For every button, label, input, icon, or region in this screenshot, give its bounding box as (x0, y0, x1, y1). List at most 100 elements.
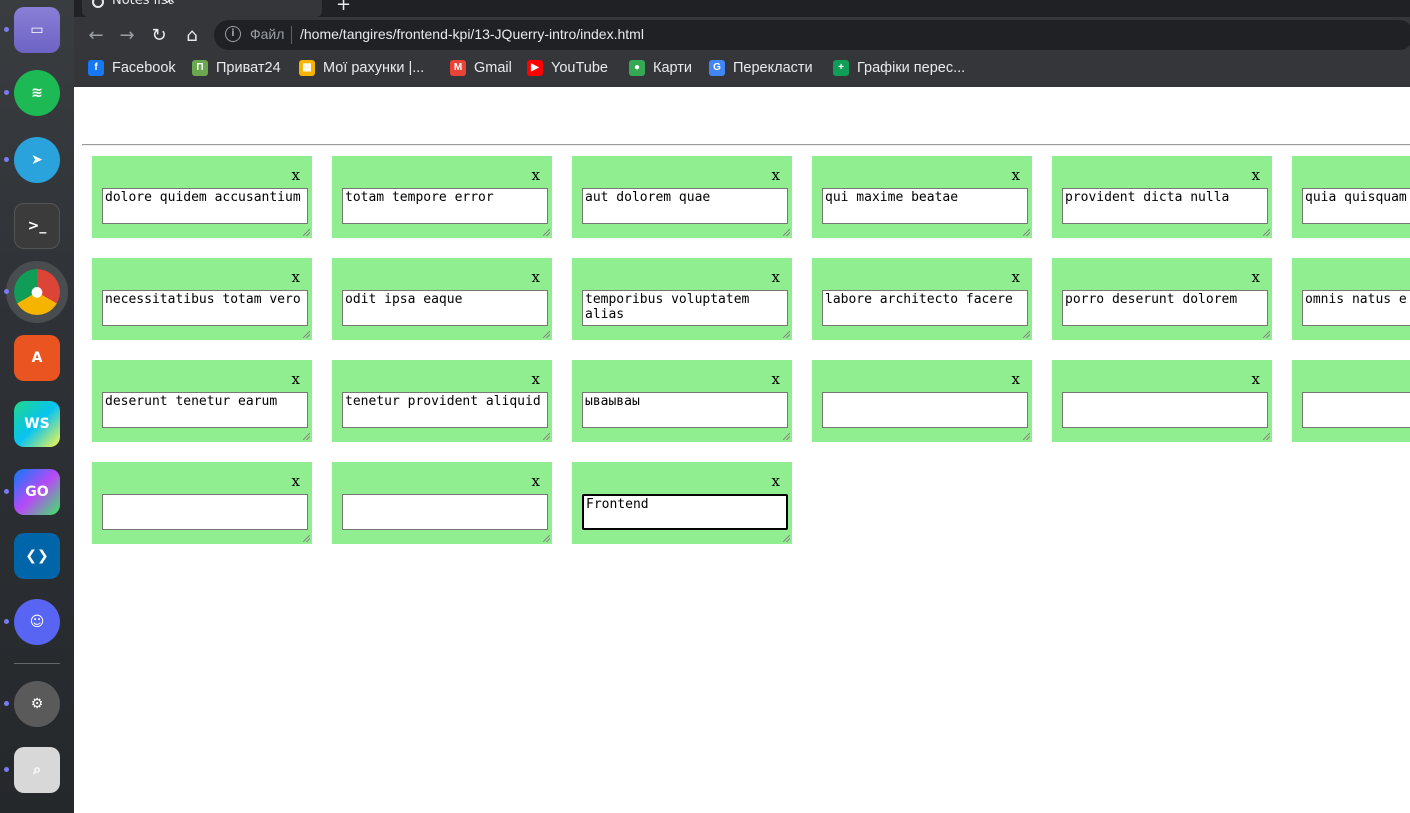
delete-note-button[interactable]: x (532, 168, 540, 183)
goland-icon[interactable]: GO (14, 469, 60, 515)
bookmark-accounts[interactable]: ▦ Мої рахунки |... (299, 58, 424, 78)
bookmark-facebook[interactable]: f Facebook (88, 58, 176, 78)
running-indicator (4, 90, 9, 95)
new-tab-button[interactable]: + (336, 0, 351, 15)
tab-notes-list[interactable]: Notes list ✕ (82, 0, 322, 17)
discord-icon[interactable]: ☺ (14, 599, 60, 645)
delete-note-button[interactable]: x (772, 270, 780, 285)
bookmark-translate[interactable]: G Перекласти (709, 58, 813, 78)
resize-handle-icon[interactable] (543, 535, 550, 542)
app-center-icon[interactable]: A (14, 335, 60, 381)
vscode-icon[interactable]: ❮❯ (14, 533, 60, 579)
facebook-icon: f (88, 60, 104, 76)
delete-note-button[interactable]: x (1252, 372, 1260, 387)
note-textarea[interactable]: omnis natus e (1302, 290, 1410, 326)
resize-handle-icon[interactable] (1023, 229, 1030, 236)
resize-handle-icon[interactable] (303, 229, 310, 236)
running-indicator (4, 289, 9, 294)
resize-handle-icon[interactable] (783, 229, 790, 236)
note-card: x deserunt tenetur earum (92, 360, 312, 442)
note-card: x tenetur provident aliquid (332, 360, 552, 442)
spotify-icon[interactable]: ≋ (14, 70, 60, 116)
delete-note-button[interactable]: x (532, 372, 540, 387)
note-textarea[interactable] (1062, 392, 1268, 428)
bookmark-sheets[interactable]: + Графіки перес... (833, 58, 965, 78)
resize-handle-icon[interactable] (783, 331, 790, 338)
note-textarea[interactable]: Frontend (582, 494, 788, 530)
delete-note-button[interactable]: x (292, 270, 300, 285)
files-icon[interactable]: ▭ (14, 7, 60, 53)
bookmark-gmail[interactable]: M Gmail (450, 58, 512, 78)
note-textarea[interactable] (1302, 392, 1410, 428)
delete-note-button[interactable]: x (772, 474, 780, 489)
resize-handle-icon[interactable] (1023, 433, 1030, 440)
info-icon[interactable]: i (225, 26, 241, 42)
note-textarea[interactable]: quia quisquam (1302, 188, 1410, 224)
bookmark-youtube[interactable]: ▶ YouTube (527, 58, 608, 78)
note-textarea[interactable] (102, 494, 308, 530)
bookmark-label: Перекласти (733, 60, 813, 76)
resize-handle-icon[interactable] (543, 433, 550, 440)
resize-handle-icon[interactable] (1263, 331, 1270, 338)
bookmark-privat24[interactable]: П Приват24 (192, 58, 281, 78)
resize-handle-icon[interactable] (303, 535, 310, 542)
resize-handle-icon[interactable] (1263, 229, 1270, 236)
bookmark-label: Gmail (474, 60, 512, 76)
note-textarea[interactable] (822, 392, 1028, 428)
note-textarea[interactable]: tenetur provident aliquid (342, 392, 548, 428)
delete-note-button[interactable]: x (1012, 270, 1020, 285)
delete-note-button[interactable]: x (532, 270, 540, 285)
search-icon[interactable]: ⌕ (14, 747, 60, 793)
note-textarea[interactable]: odit ipsa eaque (342, 290, 548, 326)
webstorm-icon[interactable]: WS (14, 401, 60, 447)
terminal-icon[interactable]: >_ (14, 203, 60, 249)
note-textarea[interactable]: deserunt tenetur earum (102, 392, 308, 428)
delete-note-button[interactable]: x (1252, 270, 1260, 285)
tab-close-icon[interactable]: ✕ (165, 0, 176, 8)
note-textarea[interactable]: ываываы (582, 392, 788, 428)
note-textarea[interactable]: aut dolorem quae (582, 188, 788, 224)
note-textarea[interactable]: provident dicta nulla (1062, 188, 1268, 224)
bookmark-label: Приват24 (216, 60, 281, 76)
delete-note-button[interactable]: x (292, 372, 300, 387)
delete-note-button[interactable]: x (532, 474, 540, 489)
home-icon[interactable]: ⌂ (180, 24, 204, 48)
note-textarea[interactable]: totam tempore error (342, 188, 548, 224)
forward-icon[interactable]: → (115, 24, 139, 48)
settings-icon[interactable]: ⚙ (14, 681, 60, 727)
telegram-icon[interactable]: ➤ (14, 137, 60, 183)
resize-handle-icon[interactable] (783, 433, 790, 440)
back-icon[interactable]: ← (84, 24, 108, 48)
resize-handle-icon[interactable] (543, 331, 550, 338)
resize-handle-icon[interactable] (783, 535, 790, 542)
reload-icon[interactable]: ↻ (147, 24, 171, 48)
url-text[interactable]: /home/tangires/frontend-kpi/13-JQuerry-i… (300, 26, 644, 42)
delete-note-button[interactable]: x (772, 372, 780, 387)
delete-note-button[interactable]: x (292, 168, 300, 183)
divider (82, 144, 1410, 146)
resize-handle-icon[interactable] (303, 331, 310, 338)
address-bar[interactable]: i Файл /home/tangires/frontend-kpi/13-JQ… (214, 20, 1410, 50)
note-textarea[interactable] (342, 494, 548, 530)
page-content: x dolore quidem accusantium x totam tempore… (74, 87, 1410, 813)
note-textarea[interactable]: necessitatibus totam vero (102, 290, 308, 326)
resize-handle-icon[interactable] (1263, 433, 1270, 440)
delete-note-button[interactable]: x (772, 168, 780, 183)
note-textarea[interactable]: dolore quidem accusantium (102, 188, 308, 224)
resize-handle-icon[interactable] (543, 229, 550, 236)
note-textarea[interactable]: qui maxime beatae (822, 188, 1028, 224)
chrome-icon[interactable]: ● (6, 261, 68, 323)
delete-note-button[interactable]: x (1012, 168, 1020, 183)
resize-handle-icon[interactable] (1023, 331, 1030, 338)
delete-note-button[interactable]: x (1252, 168, 1260, 183)
note-textarea[interactable]: temporibus voluptatem alias (582, 290, 788, 326)
delete-note-button[interactable]: x (1012, 372, 1020, 387)
note-textarea[interactable]: labore architecto facere (822, 290, 1028, 326)
translate-icon: G (709, 60, 725, 76)
note-textarea[interactable]: porro deserunt dolorem (1062, 290, 1268, 326)
bookmark-maps[interactable]: ● Карти (629, 58, 692, 78)
note-card: x labore architecto facere (812, 258, 1032, 340)
delete-note-button[interactable]: x (292, 474, 300, 489)
tab-strip: Notes list ✕ + (74, 0, 1410, 17)
resize-handle-icon[interactable] (303, 433, 310, 440)
